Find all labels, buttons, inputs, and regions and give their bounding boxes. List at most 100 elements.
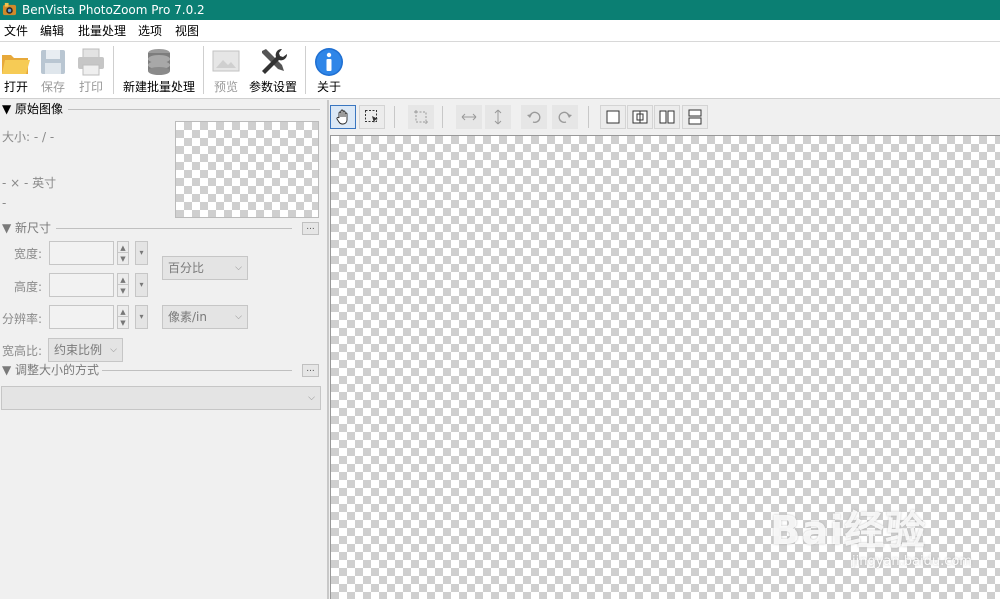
crop-icon [414,110,428,124]
title-bar: BenVista PhotoZoom Pro 7.0.2 [0,0,1000,20]
height-unit-dropdown[interactable]: ▾ [135,273,148,297]
canvas-toolbar-separator [588,106,589,128]
rotate-left-button[interactable] [521,105,547,129]
spin-down-icon[interactable]: ▼ [117,253,129,265]
aspect-ratio-value: 约束比例 [54,343,103,357]
aspect-ratio-select[interactable]: 约束比例 ⌵ [48,338,123,362]
split-vertical-icon [632,110,648,124]
toolbar-separator [113,46,114,94]
print-button[interactable]: 打印 [74,44,108,96]
width-spinner[interactable]: ▲ ▼ [117,241,129,265]
resolution-unit-dropdown[interactable]: ▾ [135,305,148,329]
size-unit-value: 百分比 [168,261,205,275]
split-view-vertical-button[interactable] [627,105,653,129]
spin-up-icon[interactable]: ▲ [117,241,129,253]
window-title: BenVista PhotoZoom Pro 7.0.2 [22,3,205,17]
chevron-down-icon: ⌵ [308,393,315,403]
spin-down-icon[interactable]: ▼ [117,317,129,329]
save-button[interactable]: 保存 [37,44,69,96]
preview-button[interactable]: 预览 [210,44,242,96]
menu-batch[interactable]: 批量处理 [78,23,126,39]
toolbar-separator [305,46,306,94]
vertical-arrows-icon [494,109,502,125]
width-input[interactable] [49,241,114,265]
spin-up-icon[interactable]: ▲ [117,305,129,317]
panel-splitter[interactable] [327,100,329,599]
original-extra-text: - [2,196,7,210]
resize-method-header[interactable]: ▼ 调整大小的方式 [2,363,99,377]
marquee-select-icon [365,110,378,123]
settings-label: 参数设置 [248,80,297,94]
preview-icon [212,50,240,72]
side-by-side-icon [659,110,675,124]
info-icon [315,48,343,76]
split-view-horizontal-button[interactable] [682,105,708,129]
horizontal-arrows-icon [461,113,477,121]
new-batch-button[interactable]: 新建批量处理 [120,44,198,96]
resolution-spinner[interactable]: ▲ ▼ [117,305,129,329]
watermark-brand: Bai经验 [770,508,927,554]
watermark-url: jingyan.baidu.com [852,554,972,569]
preview-label: 预览 [213,80,238,94]
spin-up-icon[interactable]: ▲ [117,273,129,285]
new-size-header[interactable]: ▼ 新尺寸 [2,221,51,235]
resolution-label: 分辨率: [2,312,43,326]
width-unit-dropdown[interactable]: ▾ [135,241,148,265]
rotate-right-button[interactable] [552,105,578,129]
new-size-more-button[interactable]: ... [302,222,319,235]
original-thumbnail [175,121,319,218]
save-icon [41,50,65,74]
chevron-down-icon: ⌵ [235,263,242,273]
open-label: 打开 [3,80,28,94]
section-divider [68,109,320,110]
size-unit-select[interactable]: 百分比 ⌵ [162,256,248,280]
height-input[interactable] [49,273,114,297]
menu-view[interactable]: 视图 [175,23,199,39]
flip-horizontal-button[interactable] [456,105,482,129]
folder-open-icon [2,55,30,74]
height-label: 高度: [14,280,43,294]
save-label: 保存 [40,80,65,94]
canvas-toolbar-separator [394,106,395,128]
select-tool-button[interactable] [359,105,385,129]
hand-icon [336,109,348,125]
settings-button[interactable]: 参数设置 [247,44,299,96]
resolution-input[interactable] [49,305,114,329]
rotate-left-icon [527,111,541,123]
canvas-toolbar-separator [442,106,443,128]
database-icon [148,49,170,75]
single-view-button[interactable] [600,105,626,129]
app-icon[interactable] [2,2,17,17]
menu-edit[interactable]: 编辑 [40,23,64,39]
side-by-side-view-button[interactable] [654,105,680,129]
split-horizontal-icon [688,109,702,125]
menu-file[interactable]: 文件 [4,23,28,39]
resize-method-more-button[interactable]: ... [302,364,319,377]
menu-bar: 文件 编辑 批量处理 选项 视图 [0,20,1000,42]
height-spinner[interactable]: ▲ ▼ [117,273,129,297]
original-dimensions-text: - × - 英寸 [2,176,57,190]
resolution-unit-select[interactable]: 像素/in ⌵ [162,305,248,329]
chevron-down-icon: ⌵ [235,312,242,322]
main-toolbar: 打开 保存 打印 新建批量处理 预览 参数设置 关于 [0,42,1000,99]
chevron-down-icon: ⌵ [110,345,117,355]
tools-icon [262,48,288,74]
crop-tool-button[interactable] [408,105,434,129]
menu-options[interactable]: 选项 [138,23,162,39]
spin-down-icon[interactable]: ▼ [117,285,129,297]
about-label: 关于 [316,80,341,94]
resolution-unit-value: 像素/in [168,310,207,324]
rotate-right-icon [558,111,572,123]
single-view-icon [606,110,620,124]
printer-icon [78,48,104,76]
about-button[interactable]: 关于 [312,44,346,96]
open-button[interactable]: 打开 [0,44,32,96]
original-image-header[interactable]: ▼ 原始图像 [2,102,63,116]
aspect-ratio-label: 宽高比: [2,344,43,358]
hand-tool-button[interactable] [330,105,356,129]
original-size-text: 大小: - / - [2,130,55,144]
resize-method-select[interactable]: ⌵ [1,386,321,410]
flip-vertical-button[interactable] [485,105,511,129]
baidu-watermark: Bai经验 jingyan.baidu.com [770,492,995,592]
section-divider [56,228,292,229]
